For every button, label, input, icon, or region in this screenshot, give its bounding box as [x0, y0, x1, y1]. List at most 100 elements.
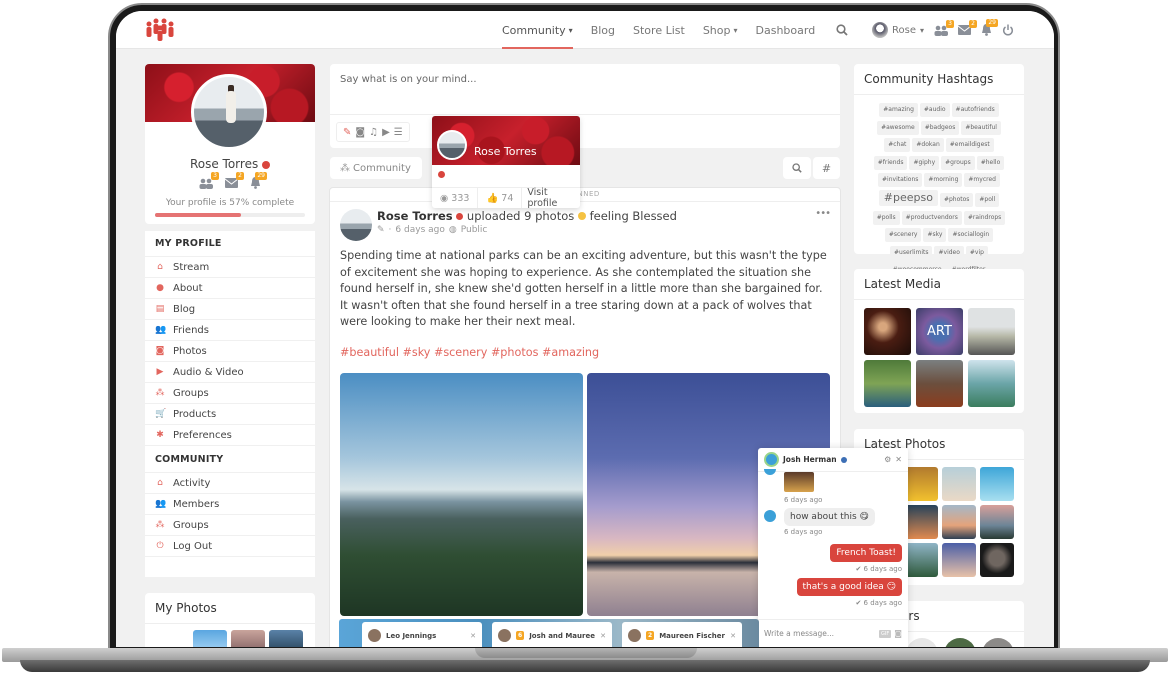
stream-filter-tab[interactable]: ⁂ Community — [330, 157, 422, 179]
hashtag-chip[interactable]: #autofriends — [951, 103, 999, 117]
chat-contact-name[interactable]: Josh Herman — [783, 455, 837, 464]
profile-avatar[interactable] — [191, 74, 267, 150]
hashtag-chip[interactable]: #userlimits — [890, 245, 933, 260]
profile-messages-button[interactable]: 2 — [225, 172, 244, 189]
hashtag-chip[interactable]: #hello — [976, 155, 1005, 170]
photo-thumb[interactable] — [942, 543, 976, 577]
nav-community[interactable]: Community ▾ — [502, 11, 573, 49]
sidebar-item-stream[interactable]: ⌂ Stream — [145, 257, 315, 278]
camera-icon[interactable]: ◙ — [355, 127, 365, 138]
hashtag-chip[interactable]: #photos — [939, 193, 974, 207]
hashtag-chip[interactable]: #poll — [975, 193, 1000, 207]
hashtag-chip[interactable]: #awesome — [877, 120, 919, 135]
chat-tab[interactable]: 2 Maureen Fischer ✕ — [622, 622, 742, 647]
hashtag-chip[interactable]: #morning — [924, 173, 963, 187]
hashtag-chip[interactable]: #emaildigest — [945, 138, 994, 152]
hover-card-avatar[interactable] — [437, 130, 467, 160]
member-avatar[interactable] — [906, 638, 938, 647]
hashtag-chip[interactable]: #peepso — [878, 190, 938, 206]
member-avatar[interactable] — [982, 638, 1014, 647]
close-icon[interactable]: ✕ — [730, 632, 736, 640]
media-thumb[interactable] — [864, 308, 911, 355]
chat-settings-icon[interactable]: ⚙ — [884, 455, 891, 464]
photo-thumb[interactable] — [904, 505, 938, 539]
photo-thumb[interactable] — [269, 630, 303, 647]
video-icon[interactable]: ▶ — [382, 127, 390, 138]
post-author-name[interactable]: Rose Torres — [377, 209, 453, 223]
edit-icon[interactable]: ✎ — [377, 225, 385, 235]
hashtag-chip[interactable]: #sky — [923, 228, 947, 242]
photo-thumb[interactable] — [980, 467, 1014, 501]
profile-name[interactable]: Rose Torres — [190, 157, 258, 171]
gif-button[interactable]: GIF — [879, 629, 892, 638]
hashtag-chip[interactable]: #beautiful — [961, 120, 1001, 135]
composer-input[interactable]: Say what is on your mind... — [330, 64, 840, 115]
list-icon[interactable]: ☰ — [394, 127, 403, 138]
chat-tab[interactable]: 6 Josh and Maureen ✕ — [492, 622, 612, 647]
community-logo[interactable] — [144, 18, 176, 42]
media-thumb[interactable] — [968, 308, 1015, 355]
hashtag-chip[interactable]: #giphy — [909, 155, 940, 170]
hashtag-chip[interactable]: #amazing — [879, 103, 918, 117]
photo-thumb[interactable] — [980, 505, 1014, 539]
post-time[interactable]: 6 days ago — [395, 225, 444, 235]
notifications-button[interactable]: 29 — [981, 19, 998, 36]
hashtag-chip[interactable]: #mycred — [964, 173, 1000, 187]
hashtag-chip[interactable]: #groups — [941, 155, 975, 170]
hashtag-chip[interactable]: #productvendors — [901, 210, 962, 225]
sidebar-item-friends[interactable]: 👥 Friends — [145, 320, 315, 341]
photo-thumb[interactable] — [193, 630, 227, 647]
search-icon[interactable] — [836, 24, 848, 36]
pencil-icon[interactable]: ✎ — [343, 127, 351, 138]
power-icon[interactable] — [1002, 24, 1014, 36]
sidebar-item-products[interactable]: 🛒 Products — [145, 404, 315, 425]
chat-image[interactable] — [784, 472, 814, 492]
post-author-avatar[interactable] — [340, 209, 372, 241]
community-item-members[interactable]: 👥 Members — [145, 494, 315, 515]
camera-icon[interactable]: ◙ — [894, 629, 902, 638]
filter-hashtag-button[interactable]: # — [813, 157, 840, 179]
hashtag-chip[interactable]: #audio — [919, 103, 950, 117]
hover-card-name[interactable]: Rose Torres — [474, 145, 537, 158]
photo-thumb[interactable] — [980, 543, 1014, 577]
post-hashtags[interactable]: #beautiful #sky #scenery #photos #amazin… — [340, 346, 599, 359]
user-menu[interactable]: Rose ▾ — [872, 22, 924, 38]
chat-close-icon[interactable]: ✕ — [895, 455, 902, 464]
hashtag-chip[interactable]: #vip — [965, 245, 988, 260]
hashtag-chip[interactable]: #dokan — [912, 138, 944, 152]
music-icon[interactable]: ♫ — [369, 127, 378, 138]
media-thumb[interactable] — [864, 360, 911, 407]
nav-blog[interactable]: Blog — [591, 11, 615, 49]
media-thumb[interactable] — [968, 360, 1015, 407]
profile-friends-button[interactable]: 3 — [199, 172, 219, 189]
community-item-log-out[interactable]: ⏻ Log Out — [145, 536, 315, 557]
chat-contact-avatar[interactable] — [764, 452, 779, 467]
media-thumb[interactable]: ART — [916, 308, 963, 355]
post-photo[interactable] — [340, 373, 583, 616]
photo-thumb[interactable] — [904, 467, 938, 501]
photo-thumb[interactable] — [942, 505, 976, 539]
hashtag-chip[interactable]: #badgeos — [920, 120, 960, 135]
community-item-groups[interactable]: ⁂ Groups — [145, 515, 315, 536]
hashtag-chip[interactable]: #friends — [873, 155, 908, 170]
photo-thumb[interactable] — [904, 543, 938, 577]
close-icon[interactable]: ✕ — [470, 632, 476, 640]
media-thumb[interactable] — [916, 360, 963, 407]
hashtag-chip[interactable]: #sociallogin — [948, 228, 994, 242]
photo-thumb[interactable] — [231, 630, 265, 647]
nav-shop[interactable]: Shop ▾ — [703, 11, 738, 49]
friends-button[interactable]: 3 — [934, 19, 954, 36]
chat-input[interactable]: Write a message... — [764, 629, 834, 638]
hashtag-chip[interactable]: #chat — [884, 138, 911, 152]
chat-tab[interactable]: Leo Jennings ✕ — [362, 622, 482, 647]
messages-button[interactable]: 2 — [958, 20, 977, 35]
nav-store-list[interactable]: Store List — [633, 11, 685, 49]
visit-profile-link[interactable]: Visit profile — [522, 187, 580, 208]
filter-search-button[interactable] — [783, 157, 811, 179]
post-options-button[interactable]: ••• — [815, 208, 831, 219]
sidebar-item-preferences[interactable]: ✱ Preferences — [145, 425, 315, 446]
sidebar-item-photos[interactable]: ◙ Photos — [145, 341, 315, 362]
hashtag-chip[interactable]: #video — [934, 245, 964, 260]
sidebar-item-about[interactable]: ● About — [145, 278, 315, 299]
post-privacy[interactable]: Public — [461, 225, 488, 235]
